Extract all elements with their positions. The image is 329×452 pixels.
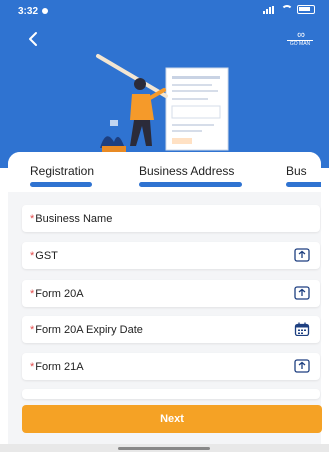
business-name-field[interactable]: *Business Name xyxy=(22,205,320,232)
form-20a-field[interactable]: *Form 20A xyxy=(22,280,320,307)
calendar-icon[interactable] xyxy=(294,322,310,336)
form-20a-expiry-date-field[interactable]: *Form 20A Expiry Date xyxy=(22,316,320,343)
tab-business-address-indicator xyxy=(139,182,242,187)
header-banner: 3:32 ∞ GO MAN xyxy=(0,0,329,168)
gst-field[interactable]: *GST xyxy=(22,242,320,269)
brand-logo: ∞ GO MAN xyxy=(287,30,313,48)
form-21a-label: *Form 21A xyxy=(30,361,84,373)
upload-icon[interactable] xyxy=(294,359,310,373)
notification-dot-icon xyxy=(42,8,48,14)
upload-icon[interactable] xyxy=(294,286,310,300)
step-tabs: Registration Business Address Bus xyxy=(8,152,321,192)
required-mark: * xyxy=(30,288,35,300)
home-indicator[interactable] xyxy=(118,447,210,450)
required-mark: * xyxy=(30,250,35,262)
status-bar: 3:32 xyxy=(0,0,329,22)
logo-mark-icon: ∞ xyxy=(297,29,305,41)
status-icons xyxy=(263,5,315,14)
business-name-label: *Business Name xyxy=(30,213,113,225)
tab-registration[interactable]: Registration xyxy=(30,164,94,178)
form-20a-expiry-date-label: *Form 20A Expiry Date xyxy=(30,324,143,336)
tab-next-step[interactable]: Bus xyxy=(286,164,307,178)
tab-business-address[interactable]: Business Address xyxy=(139,164,234,178)
upload-icon[interactable] xyxy=(294,248,310,262)
gst-label: *GST xyxy=(30,250,58,262)
logo-text: GO MAN xyxy=(287,40,313,47)
required-mark: * xyxy=(30,361,35,373)
back-arrow-icon[interactable] xyxy=(22,28,44,50)
battery-icon xyxy=(297,5,315,14)
form-20a-label: *Form 20A xyxy=(30,288,84,300)
tab-registration-indicator xyxy=(30,182,92,187)
status-time: 3:32 xyxy=(18,6,39,17)
form-21a-field[interactable]: *Form 21A xyxy=(22,353,320,380)
next-button[interactable]: Next xyxy=(22,405,322,433)
required-mark: * xyxy=(30,213,35,225)
signal-icon xyxy=(263,5,277,14)
required-mark: * xyxy=(30,324,35,336)
tab-next-step-indicator xyxy=(286,182,321,187)
next-field-partial xyxy=(22,389,320,399)
document-illustration xyxy=(96,54,229,152)
wifi-icon xyxy=(281,5,293,14)
